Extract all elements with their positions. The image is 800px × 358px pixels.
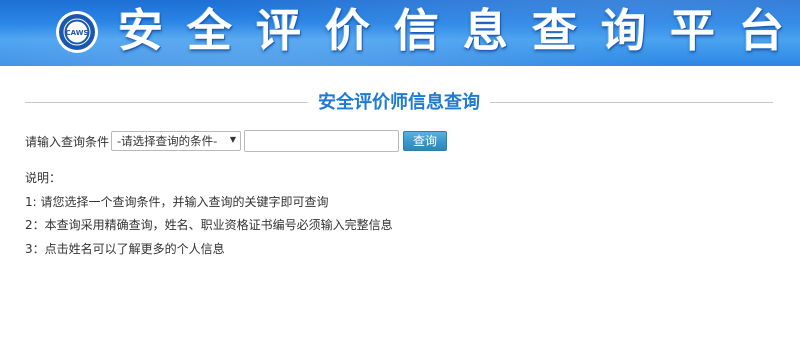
chevron-down-icon: ▼ xyxy=(229,135,237,144)
instruction-item: 1: 请您选择一个查询条件，并输入查询的关键字即可查询 xyxy=(25,194,329,209)
instruction-item: 3：点击姓名可以了解更多的个人信息 xyxy=(25,241,225,256)
header-banner: CAWS 安全评价信息查询平台 xyxy=(0,0,800,66)
instruction-item: 2：本查询采用精确查询，姓名、职业资格证书编号必须输入完整信息 xyxy=(25,218,393,232)
search-form: 请输入查询条件 -请选择查询的条件- ▼ 查询 xyxy=(25,130,448,152)
condition-select[interactable]: -请选择查询的条件- ▼ xyxy=(111,131,242,151)
search-condition-label: 请输入查询条件 xyxy=(25,134,110,149)
instructions: 说明： 1: 请您选择一个查询条件，并输入查询的关键字即可查询 2：本查询采用精… xyxy=(25,167,765,261)
keyword-input[interactable] xyxy=(244,130,400,152)
instructions-heading: 说明： xyxy=(25,171,62,185)
section-header: 安全评价师信息查询 xyxy=(25,90,773,116)
condition-select-value: -请选择查询的条件- xyxy=(117,134,218,148)
caws-logo: CAWS xyxy=(56,11,98,53)
platform-title: 安全评价信息查询平台 xyxy=(118,4,800,57)
section-title: 安全评价师信息查询 xyxy=(308,90,490,116)
query-button[interactable]: 查询 xyxy=(403,131,448,151)
logo-text: CAWS xyxy=(65,29,88,37)
